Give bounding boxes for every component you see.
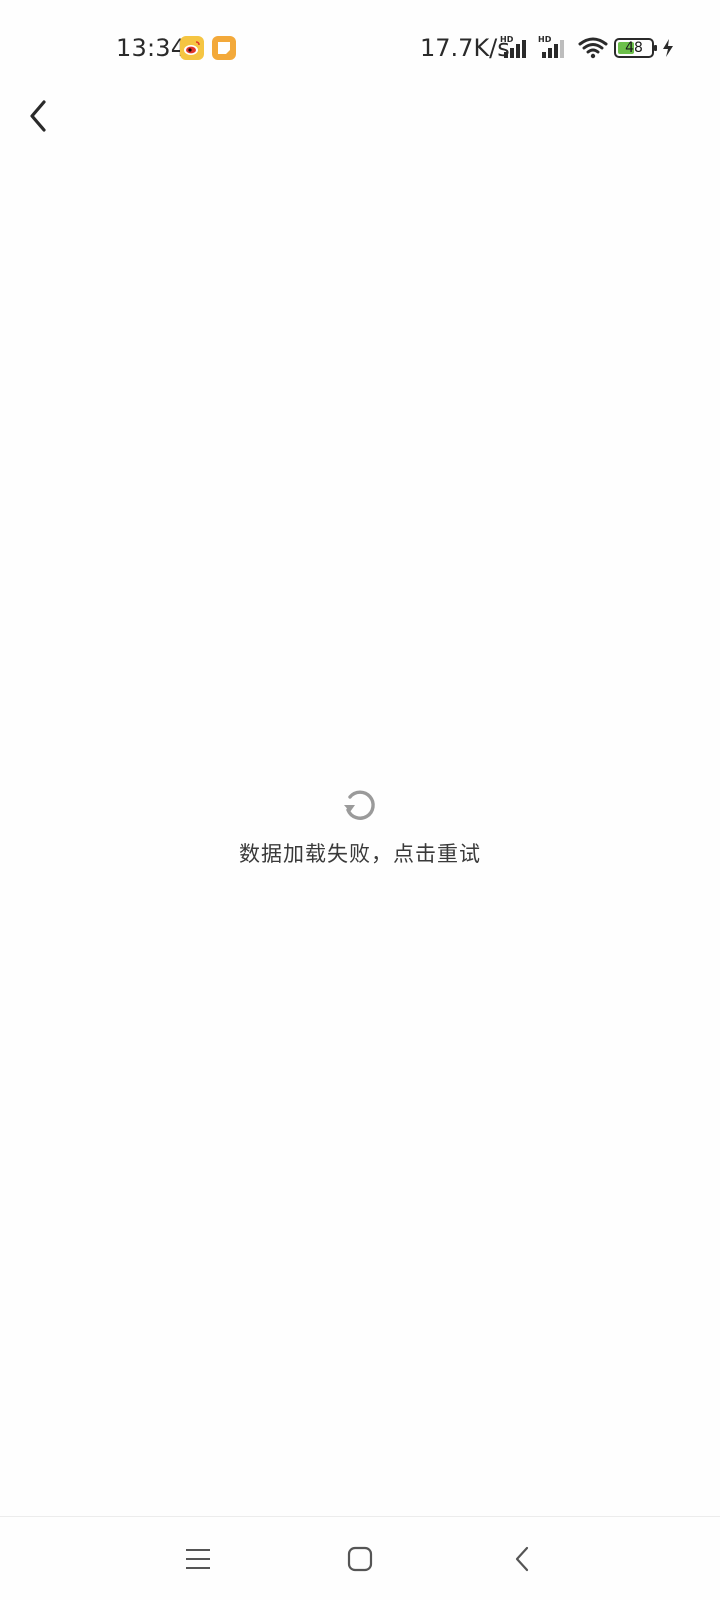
battery-level: 48 (625, 40, 643, 56)
refresh-icon (344, 790, 375, 820)
svg-text:HD: HD (538, 35, 552, 44)
error-message: 数据加载失败，点击重试 (239, 842, 481, 866)
back-icon (515, 1546, 529, 1572)
home-icon (347, 1546, 373, 1572)
battery-icon: 48 (614, 38, 658, 58)
system-back-button[interactable] (500, 1537, 544, 1581)
status-bar: 13:34 17.7K/s HD HD 48 (0, 0, 720, 96)
retry-area[interactable]: 数据加载失败，点击重试 (0, 786, 720, 868)
memo-icon (212, 36, 236, 60)
weibo-icon (180, 36, 204, 60)
hd-signal-icon: HD (538, 34, 570, 60)
charging-icon (662, 38, 674, 58)
chevron-left-icon (30, 100, 46, 132)
back-button[interactable] (18, 96, 58, 136)
network-speed: 17.7K/s (420, 34, 510, 62)
recent-apps-button[interactable] (176, 1537, 220, 1581)
navigation-bar (0, 1516, 720, 1600)
svg-text:HD: HD (500, 35, 514, 44)
screen: 13:34 17.7K/s HD HD 48 数据加载失败，点击重试 (0, 0, 720, 1600)
wifi-icon (578, 36, 608, 60)
clock: 13:34 (116, 34, 187, 62)
menu-icon (186, 1549, 210, 1569)
hd-signal-icon: HD (500, 34, 532, 60)
home-button[interactable] (338, 1537, 382, 1581)
